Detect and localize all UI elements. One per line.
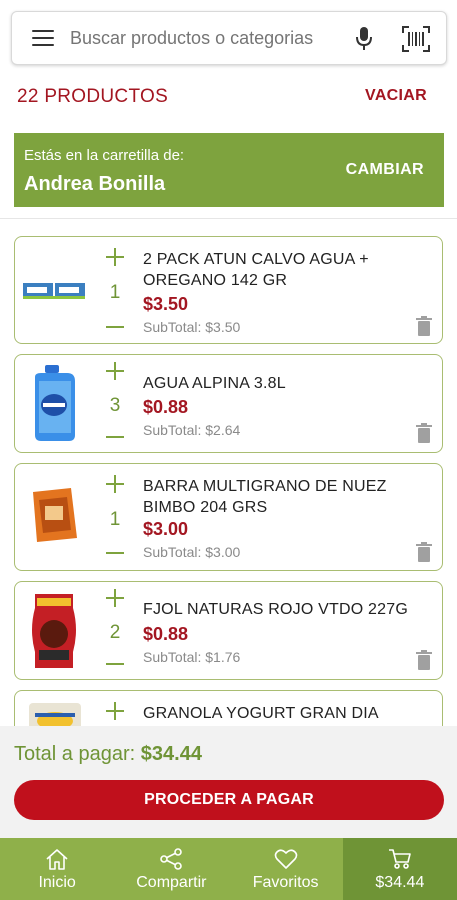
change-owner-button[interactable]: CAMBIAR bbox=[346, 161, 424, 179]
cart-item: GRANOLA YOGURT GRAN DIA 380GR bbox=[14, 690, 443, 726]
nav-item-cart[interactable]: $34.44 bbox=[342, 838, 457, 900]
cart-item: 1 BARRA MULTIGRANO DE NUEZ BIMBO 204 GRS… bbox=[14, 463, 443, 571]
increase-quantity-button[interactable] bbox=[104, 587, 126, 609]
decrease-quantity-button[interactable] bbox=[104, 653, 126, 675]
total-to-pay: Total a pagar: $34.44 bbox=[14, 743, 202, 766]
trash-icon[interactable] bbox=[416, 542, 432, 562]
divider bbox=[0, 218, 457, 219]
barcode-scan-icon[interactable] bbox=[402, 26, 430, 52]
item-price: $0.88 bbox=[143, 624, 189, 644]
nav-label: Compartir bbox=[136, 874, 207, 891]
item-name: 2 PACK ATUN CALVO AGUA + OREGANO 142 GR bbox=[143, 251, 369, 289]
nav-item-share[interactable]: Compartir bbox=[114, 838, 228, 900]
item-quantity: 2 bbox=[109, 622, 121, 643]
item-quantity: 3 bbox=[109, 395, 121, 416]
item-subtotal: SubTotal: $3.00 bbox=[143, 544, 241, 560]
product-count: 22 PRODUCTOS bbox=[17, 86, 169, 107]
product-image bbox=[23, 283, 85, 299]
increase-quantity-button[interactable] bbox=[104, 360, 126, 382]
checkout-panel: Total a pagar: $34.44 PROCEDER A PAGAR bbox=[0, 726, 457, 838]
item-price: $0.88 bbox=[143, 397, 189, 417]
cart-item: 2 FJOL NATURAS ROJO VTDO 227G $0.88 SubT… bbox=[14, 581, 443, 680]
increase-quantity-button[interactable] bbox=[104, 246, 126, 268]
menu-icon[interactable] bbox=[32, 30, 54, 46]
nav-label: Favoritos bbox=[252, 874, 319, 891]
search-input[interactable] bbox=[70, 27, 340, 49]
item-name: GRANOLA YOGURT GRAN DIA 380GR bbox=[143, 705, 378, 722]
cart-owner-label: Estás en la carretilla de: bbox=[24, 147, 185, 164]
nav-label: Inicio bbox=[38, 874, 76, 891]
cart-item-list[interactable]: 1 2 PACK ATUN CALVO AGUA + OREGANO 142 G… bbox=[0, 236, 457, 726]
nav-item-favorites[interactable]: Favoritos bbox=[229, 838, 343, 900]
decrease-quantity-button[interactable] bbox=[104, 316, 126, 338]
cart-icon bbox=[388, 849, 411, 869]
total-amount: $34.44 bbox=[140, 743, 202, 765]
product-image bbox=[33, 488, 77, 542]
cart-item: 3 AGUA ALPINA 3.8L $0.88 SubTotal: $2.64 bbox=[14, 354, 443, 453]
cart-item: 1 2 PACK ATUN CALVO AGUA + OREGANO 142 G… bbox=[14, 236, 443, 344]
decrease-quantity-button[interactable] bbox=[104, 426, 126, 448]
proceed-to-pay-button[interactable]: PROCEDER A PAGAR bbox=[14, 780, 444, 820]
item-quantity: 1 bbox=[109, 282, 121, 303]
trash-icon[interactable] bbox=[416, 650, 432, 670]
microphone-icon[interactable] bbox=[354, 26, 374, 52]
cart-screen: 22 PRODUCTOS VACIAR Estás en la carretil… bbox=[0, 0, 457, 900]
home-icon bbox=[46, 849, 68, 870]
cart-owner-name: Andrea Bonilla bbox=[24, 173, 166, 195]
nav-label: $34.44 bbox=[375, 874, 425, 891]
item-price: $3.50 bbox=[143, 294, 189, 314]
decrease-quantity-button[interactable] bbox=[104, 542, 126, 564]
increase-quantity-button[interactable] bbox=[104, 700, 126, 722]
share-icon bbox=[160, 848, 183, 870]
clear-cart-button[interactable]: VACIAR bbox=[365, 87, 427, 105]
item-quantity: 1 bbox=[109, 509, 121, 530]
item-name: BARRA MULTIGRANO DE NUEZ BIMBO 204 GRS bbox=[143, 478, 387, 516]
product-image bbox=[35, 365, 75, 441]
trash-icon[interactable] bbox=[416, 316, 432, 336]
total-label: Total a pagar: bbox=[14, 743, 136, 765]
item-price: $3.00 bbox=[143, 519, 189, 539]
item-subtotal: SubTotal: $3.50 bbox=[143, 319, 241, 335]
bottom-nav: Inicio Compartir Favoritos $34.44 bbox=[0, 838, 457, 900]
trash-icon[interactable] bbox=[416, 423, 432, 443]
nav-item-home[interactable]: Inicio bbox=[0, 838, 114, 900]
increase-quantity-button[interactable] bbox=[104, 473, 126, 495]
item-name: AGUA ALPINA 3.8L bbox=[143, 375, 286, 392]
item-subtotal: SubTotal: $2.64 bbox=[143, 422, 241, 438]
cart-owner-banner: Estás en la carretilla de: Andrea Bonill… bbox=[14, 133, 444, 207]
product-image bbox=[32, 594, 76, 668]
search-bar[interactable] bbox=[11, 11, 447, 65]
product-image bbox=[29, 703, 81, 726]
heart-icon bbox=[274, 849, 297, 869]
item-subtotal: SubTotal: $1.76 bbox=[143, 649, 241, 665]
item-name: FJOL NATURAS ROJO VTDO 227G bbox=[143, 601, 409, 618]
